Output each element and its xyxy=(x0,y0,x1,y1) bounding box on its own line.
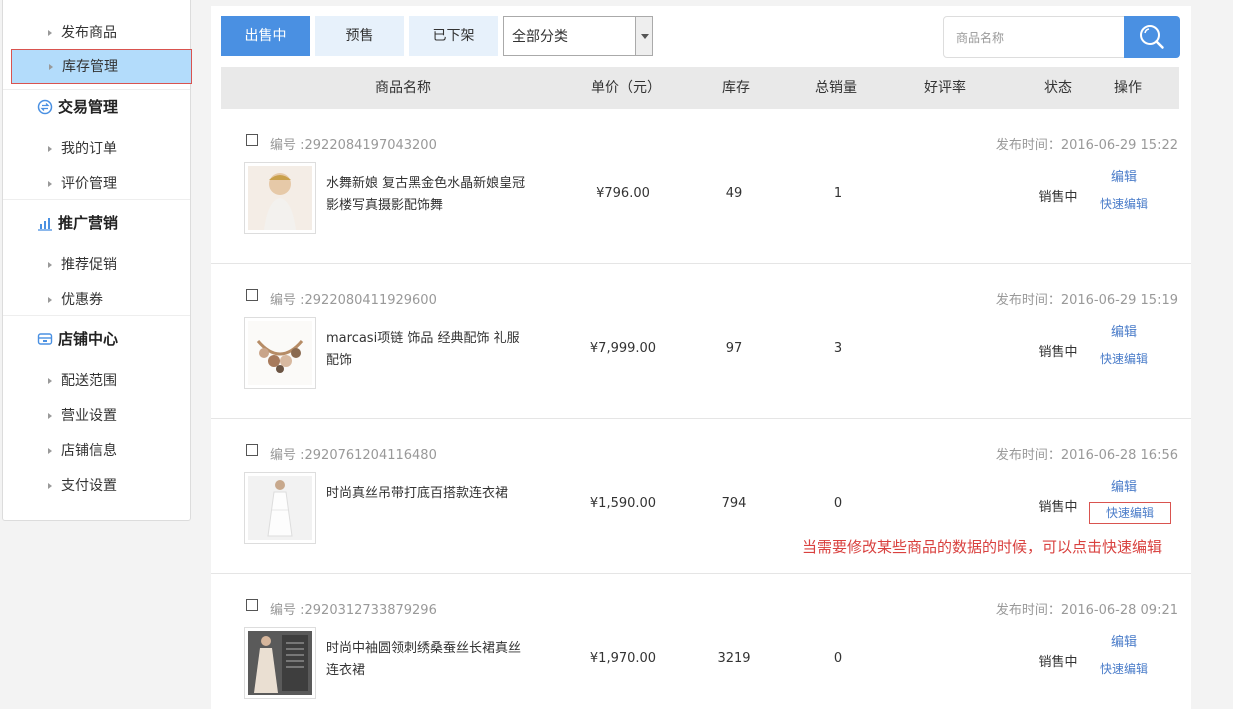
edit-link[interactable]: 编辑 xyxy=(1111,476,1137,495)
column-header-actions: 操作 xyxy=(1114,80,1142,96)
product-id: 编号 :2920761204116480 xyxy=(270,448,437,463)
product-name[interactable]: 时尚中袖圆领刺绣桑蚕丝长裙真丝连衣裙 xyxy=(326,638,526,682)
product-status: 销售中 xyxy=(1038,655,1078,670)
search-icon xyxy=(1140,25,1164,49)
product-sales: 1 xyxy=(833,186,843,201)
sidebar-item-label: 店铺信息 xyxy=(61,443,117,459)
sidebar-group-store[interactable]: 店铺中心 xyxy=(3,321,190,357)
product-name[interactable]: marcasi项链 饰品 经典配饰 礼服配饰 xyxy=(326,328,526,372)
sidebar-item-label: 营业设置 xyxy=(61,408,117,424)
row-checkbox[interactable] xyxy=(246,599,258,611)
sidebar-item-delivery-range[interactable]: 配送范围 xyxy=(3,364,190,399)
publish-date: 发布时间：2016-06-28 16:56 xyxy=(995,448,1178,463)
product-name[interactable]: 时尚真丝吊带打底百搭款连衣裙 xyxy=(326,483,526,505)
product-stock: 794 xyxy=(721,496,747,511)
product-price: ¥796.00 xyxy=(596,186,650,201)
column-header-status: 状态 xyxy=(1044,80,1072,96)
sidebar-item-label: 评价管理 xyxy=(61,176,117,192)
sidebar-item-payment-settings[interactable]: 支付设置 xyxy=(3,469,190,504)
product-status: 销售中 xyxy=(1038,500,1078,515)
product-price: ¥1,590.00 xyxy=(589,496,657,511)
sidebar-item-promotion[interactable]: 推荐促销 xyxy=(3,248,190,283)
table-row: 编号 :2922080411929600 发布时间：2016-06-29 15:… xyxy=(211,264,1191,419)
tab-on-sale[interactable]: 出售中 xyxy=(221,16,310,56)
row-checkbox[interactable] xyxy=(246,289,258,301)
product-id: 编号 :2920312733879296 xyxy=(270,603,437,618)
sidebar-item-label: 配送范围 xyxy=(61,373,117,389)
table-row: 编号 :2922084197043200 发布时间：2016-06-29 15:… xyxy=(211,109,1191,264)
sidebar-item-label: 库存管理 xyxy=(62,59,118,75)
publish-date: 发布时间：2016-06-29 15:22 xyxy=(995,138,1178,153)
sidebar-item-label: 发布商品 xyxy=(61,25,117,41)
search-input[interactable]: 商品名称 xyxy=(943,16,1125,58)
product-thumbnail[interactable] xyxy=(244,472,316,544)
quick-edit-link[interactable]: 快速编辑 xyxy=(1100,350,1148,367)
sidebar-item-label: 支付设置 xyxy=(61,478,117,494)
divider xyxy=(3,315,190,316)
sidebar-item-inventory[interactable]: 库存管理 xyxy=(11,49,192,84)
product-price: ¥7,999.00 xyxy=(589,341,657,356)
sidebar-item-label: 推荐促销 xyxy=(61,257,117,273)
search-button[interactable] xyxy=(1124,16,1180,58)
sidebar-item-business-settings[interactable]: 营业设置 xyxy=(3,399,190,434)
product-sales: 0 xyxy=(833,496,843,511)
quick-edit-link[interactable]: 快速编辑 xyxy=(1100,660,1148,677)
main-panel: 出售中 预售 已下架 全部分类 商品名称 商品名称 单价（元） 库存 总销量 好… xyxy=(211,6,1191,709)
bar-chart-icon xyxy=(38,218,52,231)
annotation-note: 当需要修改某些商品的数据的时候，可以点击快速编辑 xyxy=(802,538,1163,556)
product-stock: 97 xyxy=(725,341,743,356)
product-name[interactable]: 水舞新娘 复古黑金色水晶新娘皇冠影楼写真摄影配饰舞 xyxy=(326,173,526,217)
product-stock: 3219 xyxy=(717,651,751,666)
sidebar-item-label: 优惠券 xyxy=(61,292,103,308)
tab-presale[interactable]: 预售 xyxy=(315,16,404,56)
category-select[interactable]: 全部分类 xyxy=(503,16,653,56)
column-header-rating: 好评率 xyxy=(924,80,966,96)
store-icon xyxy=(37,333,53,345)
quick-edit-link[interactable]: 快速编辑 xyxy=(1100,195,1148,212)
product-stock: 49 xyxy=(725,186,743,201)
quick-edit-link-highlighted[interactable]: 快速编辑 xyxy=(1089,502,1171,524)
row-checkbox[interactable] xyxy=(246,444,258,456)
divider xyxy=(3,199,190,200)
column-header-price: 单价（元） xyxy=(591,80,661,96)
product-sales: 3 xyxy=(833,341,843,356)
sidebar-group-label: 交易管理 xyxy=(58,98,119,116)
sidebar: 发布商品 库存管理 交易管理 我的订单 评价管理 推广营销 推荐促销 优惠券 店… xyxy=(2,0,192,521)
sidebar-group-trade[interactable]: 交易管理 xyxy=(3,89,190,125)
exchange-icon xyxy=(37,99,53,115)
sidebar-item-reviews[interactable]: 评价管理 xyxy=(3,167,190,202)
chevron-down-icon[interactable] xyxy=(635,17,652,55)
sidebar-group-label: 店铺中心 xyxy=(58,330,119,348)
sidebar-item-label: 我的订单 xyxy=(61,141,117,157)
edit-link[interactable]: 编辑 xyxy=(1111,631,1137,650)
edit-link[interactable]: 编辑 xyxy=(1111,166,1137,185)
sidebar-item-coupons[interactable]: 优惠券 xyxy=(3,283,190,318)
product-status: 销售中 xyxy=(1038,345,1078,360)
tab-off-shelf[interactable]: 已下架 xyxy=(409,16,498,56)
product-id: 编号 :2922084197043200 xyxy=(270,138,437,153)
table-header: 商品名称 单价（元） 库存 总销量 好评率 状态 操作 xyxy=(221,67,1179,109)
edit-link[interactable]: 编辑 xyxy=(1111,321,1137,340)
sidebar-item-publish-product[interactable]: 发布商品 xyxy=(3,16,190,51)
publish-date: 发布时间：2016-06-28 09:21 xyxy=(995,603,1178,618)
product-sales: 0 xyxy=(833,651,843,666)
publish-date: 发布时间：2016-06-29 15:19 xyxy=(995,293,1178,308)
product-thumbnail[interactable] xyxy=(244,627,316,699)
sidebar-item-store-info[interactable]: 店铺信息 xyxy=(3,434,190,469)
product-status: 销售中 xyxy=(1038,190,1078,205)
sidebar-group-label: 推广营销 xyxy=(58,214,119,232)
row-checkbox[interactable] xyxy=(246,134,258,146)
product-thumbnail[interactable] xyxy=(244,162,316,234)
column-header-sales: 总销量 xyxy=(815,80,857,96)
category-select-value: 全部分类 xyxy=(512,29,568,45)
column-header-stock: 库存 xyxy=(722,80,750,96)
product-price: ¥1,970.00 xyxy=(589,651,657,666)
sidebar-item-orders[interactable]: 我的订单 xyxy=(3,132,190,167)
search-placeholder: 商品名称 xyxy=(956,31,1005,45)
sidebar-group-marketing[interactable]: 推广营销 xyxy=(3,205,190,241)
table-row: 编号 :2920312733879296 发布时间：2016-06-28 09:… xyxy=(211,574,1191,709)
column-header-name: 商品名称 xyxy=(375,80,431,96)
product-thumbnail[interactable] xyxy=(244,317,316,389)
product-id: 编号 :2922080411929600 xyxy=(270,293,437,308)
